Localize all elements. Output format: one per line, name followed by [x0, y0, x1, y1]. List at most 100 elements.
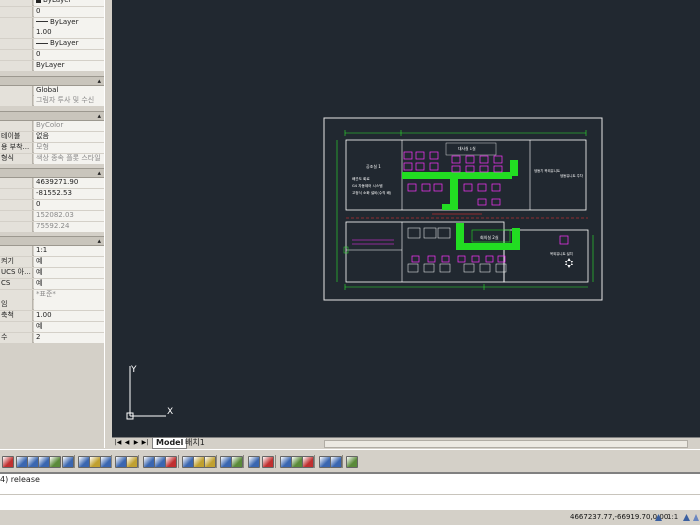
property-value[interactable]: 2 — [34, 332, 104, 343]
property-value[interactable]: 그림자 투사 및 수신 — [34, 96, 104, 107]
property-value[interactable]: 예 — [34, 278, 104, 289]
property-value[interactable]: 모형 — [34, 142, 104, 153]
drawing-bottom-right-label: 옥외유니트 설치 — [550, 251, 573, 256]
linetype-swatch-icon — [36, 21, 48, 23]
drawing-canvas-svg: 공조실 1 배관도 회로 G4 자동제어 시스템 고정식 소화 설비(수직 배)… — [126, 117, 603, 420]
property-value[interactable]: ByColor — [34, 121, 104, 132]
collapse-arrow-icon[interactable]: ▴ — [97, 77, 101, 86]
property-row[interactable]: ByLayer — [0, 60, 104, 71]
toolbar-tool-icon[interactable] — [330, 456, 342, 468]
property-row[interactable]: 152082.03 — [0, 210, 104, 221]
property-row[interactable]: CS 예 — [0, 278, 104, 289]
property-value[interactable]: 0 — [34, 50, 104, 60]
drawing-room-label-right: 대사실 1실 — [458, 146, 476, 151]
collapse-arrow-icon[interactable]: ▴ — [97, 237, 101, 246]
property-value[interactable]: 0 — [34, 200, 104, 210]
property-row[interactable]: 1.00 — [0, 28, 104, 39]
property-value[interactable]: ByLayer — [34, 17, 104, 28]
property-row[interactable]: -81552.53 — [0, 189, 104, 200]
property-row[interactable]: 75592.24 — [0, 221, 104, 232]
section-header-view[interactable]: ▴ — [0, 168, 104, 179]
property-row[interactable]: *표준* — [0, 289, 104, 300]
toolbar-separator — [74, 455, 75, 468]
property-row[interactable]: 1:1 — [0, 246, 104, 257]
property-label — [0, 221, 33, 232]
toolbar-tool-icon[interactable] — [165, 456, 177, 468]
section-header-3d-visualization[interactable]: ▴ — [0, 75, 104, 86]
property-value[interactable]: 1.00 — [34, 28, 104, 39]
property-row[interactable]: 임 — [0, 300, 104, 311]
property-value[interactable]: ByLayer — [34, 60, 104, 71]
drawing-area[interactable]: 공조실 1 배관도 회로 G4 자동제어 시스템 고정식 소화 설비(수직 배)… — [112, 0, 700, 437]
collapse-arrow-icon[interactable]: ▴ — [97, 169, 101, 178]
toolbar-tool-icon[interactable] — [262, 456, 274, 468]
property-label — [0, 6, 33, 17]
property-value[interactable]: 예 — [34, 322, 104, 332]
toolbar-tool-icon[interactable] — [49, 456, 61, 468]
property-row[interactable]: ByLayer — [0, 17, 104, 28]
property-row[interactable]: 켜기 예 — [0, 257, 104, 268]
property-value[interactable]: 예 — [34, 257, 104, 268]
auto-scale-icon[interactable] — [692, 513, 700, 522]
property-value[interactable]: 예 — [34, 268, 104, 278]
toolbar-tool-icon[interactable] — [302, 456, 314, 468]
property-value[interactable]: 없음 — [34, 132, 104, 142]
toolbar-tool-icon[interactable] — [204, 456, 216, 468]
property-row[interactable]: 용 부착... 모형 — [0, 142, 104, 153]
toolbar-tool-icon[interactable] — [62, 456, 74, 468]
collapse-arrow-icon[interactable]: ▴ — [97, 112, 101, 121]
toolbar-tool-icon[interactable] — [231, 456, 243, 468]
property-value[interactable]: 152082.03 — [34, 210, 104, 221]
toolbar-tool-icon[interactable] — [2, 456, 14, 468]
property-row[interactable]: 4639271.90 — [0, 178, 104, 189]
annotation-scale-value[interactable]: 1:1 — [667, 513, 678, 522]
property-label: 테이블 — [0, 132, 33, 142]
property-row[interactable]: Global — [0, 85, 104, 96]
section-header-misc[interactable]: ▴ — [0, 236, 104, 247]
property-value[interactable]: ByLayer — [34, 0, 104, 6]
property-value[interactable]: Global — [34, 85, 104, 96]
property-row[interactable]: 그림자 투사 및 수신 — [0, 96, 104, 107]
property-value[interactable]: *표준* — [34, 289, 104, 300]
property-value[interactable] — [34, 300, 104, 311]
ucs-icon: Y X — [126, 365, 173, 420]
annotation-visibility-icon[interactable] — [682, 513, 691, 522]
property-row[interactable]: ByColor — [0, 121, 104, 132]
property-row[interactable]: 0 — [0, 50, 104, 60]
property-value[interactable]: 1.00 — [34, 311, 104, 322]
property-row[interactable]: UCS 아... 예 — [0, 268, 104, 278]
property-row[interactable]: 테이블 없음 — [0, 132, 104, 142]
last-tab-icon[interactable]: ▶| — [141, 439, 149, 447]
ucs-x-label: X — [167, 407, 173, 417]
first-tab-icon[interactable]: |◀ — [114, 439, 122, 447]
property-row[interactable]: 예 — [0, 322, 104, 332]
property-value[interactable]: -81552.53 — [34, 189, 104, 200]
prev-tab-icon[interactable]: ◀ — [123, 439, 131, 447]
toolbar-tool-icon[interactable] — [126, 456, 138, 468]
section-header-plot-style[interactable]: ▴ — [0, 111, 104, 122]
tab-layout1[interactable]: 배치1 — [182, 438, 208, 448]
annotation-scale-icon[interactable] — [654, 513, 663, 522]
property-row[interactable]: 0 — [0, 6, 104, 17]
toolbar-tool-icon[interactable] — [346, 456, 358, 468]
property-value[interactable]: 색상 종속 플롯 스타일 — [34, 153, 104, 164]
property-row[interactable]: 축척 1.00 — [0, 311, 104, 322]
toolbar-separator — [314, 455, 315, 468]
property-row[interactable]: ByLayer — [0, 39, 104, 50]
property-label: UCS 아... — [0, 268, 33, 278]
property-value[interactable]: ByLayer — [34, 39, 104, 50]
property-row[interactable]: 0 — [0, 200, 104, 210]
property-value[interactable]: 1:1 — [34, 246, 104, 257]
property-row[interactable]: ByLayer — [0, 0, 104, 6]
property-value[interactable]: 4639271.90 — [34, 178, 104, 189]
property-row[interactable]: 형식 색상 종속 플롯 스타일 — [0, 153, 104, 164]
property-value[interactable]: 0 — [34, 6, 104, 17]
toolbar-tool-icon[interactable] — [248, 456, 260, 468]
command-input[interactable] — [0, 494, 700, 509]
property-row[interactable]: 수2 — [0, 332, 104, 343]
property-value[interactable]: 75592.24 — [34, 221, 104, 232]
property-label — [0, 210, 33, 221]
horizontal-scrollbar[interactable] — [324, 440, 688, 448]
next-tab-icon[interactable]: ▶ — [132, 439, 140, 447]
property-label: CS — [0, 278, 33, 289]
